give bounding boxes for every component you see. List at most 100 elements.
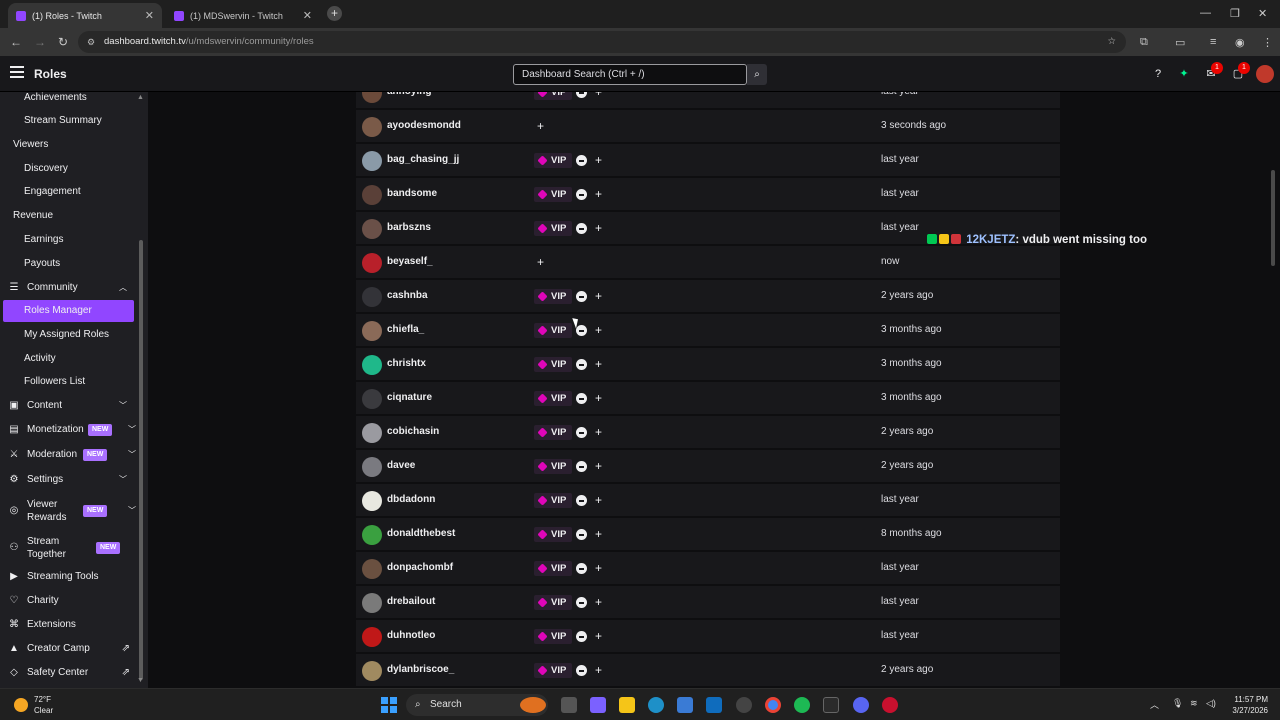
sidebar-item-community[interactable]: ☰ Community ︿: [0, 277, 134, 299]
user-avatar[interactable]: [362, 287, 382, 307]
remove-role-icon[interactable]: [576, 495, 587, 506]
remove-role-icon[interactable]: [576, 427, 587, 438]
extensions-icon[interactable]: ⧉: [1140, 36, 1148, 49]
inbox-icon[interactable]: ✉ 1: [1205, 62, 1223, 80]
site-info-icon[interactable]: ⚙: [87, 31, 95, 53]
scroll-down-icon[interactable]: ▼: [137, 677, 144, 684]
user-avatar[interactable]: [362, 185, 382, 205]
add-role-icon[interactable]: +: [595, 323, 602, 337]
opera-icon[interactable]: [882, 697, 898, 713]
copilot-icon[interactable]: [590, 697, 606, 713]
username[interactable]: dylanbriscoe_: [387, 664, 454, 675]
username[interactable]: bag_chasing_jj: [387, 154, 459, 165]
username[interactable]: cobichasin: [387, 426, 439, 437]
add-role-icon[interactable]: +: [595, 459, 602, 473]
sidebar-item-settings[interactable]: ⚙ Settings ﹀: [0, 469, 134, 491]
volume-icon[interactable]: ◁): [1206, 698, 1216, 709]
remove-role-icon[interactable]: [576, 631, 587, 642]
add-role-icon[interactable]: +: [595, 425, 602, 439]
bookmark-star-icon[interactable]: ☆: [1107, 31, 1116, 53]
add-role-icon[interactable]: +: [595, 357, 602, 371]
microphone-icon[interactable]: 🎙: [1172, 698, 1183, 709]
user-avatar[interactable]: [362, 525, 382, 545]
search-button[interactable]: ⌕: [747, 64, 767, 85]
add-role-icon[interactable]: +: [595, 92, 602, 99]
sidebar-item-moderation[interactable]: ⚔ Moderation NEW ﹀: [0, 444, 136, 466]
sidebar-item-viewer-rewards[interactable]: ◎ Viewer Rewards NEW ﹀: [0, 497, 136, 525]
remove-role-icon[interactable]: [576, 155, 587, 166]
reload-icon[interactable]: ↻: [58, 35, 68, 49]
back-icon[interactable]: ←: [10, 35, 22, 49]
user-avatar[interactable]: [362, 491, 382, 511]
username[interactable]: chrishtx: [387, 358, 426, 369]
user-avatar[interactable]: [362, 219, 382, 239]
sidebar-item-payouts[interactable]: Payouts: [0, 253, 134, 275]
user-avatar[interactable]: [362, 457, 382, 477]
dashboard-search-input[interactable]: Dashboard Search (Ctrl + /): [513, 64, 747, 85]
app-icon[interactable]: [736, 697, 752, 713]
user-avatar[interactable]: [362, 151, 382, 171]
remove-role-icon[interactable]: [576, 359, 587, 370]
forward-icon[interactable]: →: [34, 35, 46, 49]
sidebar-item-achievements[interactable]: Achievements: [0, 92, 134, 109]
username[interactable]: dbdadonn: [387, 494, 435, 505]
sidebar-item-charity[interactable]: ♡ Charity: [0, 590, 134, 612]
username[interactable]: drebailout: [387, 596, 435, 607]
sidebar-item-engagement[interactable]: Engagement: [0, 181, 134, 203]
task-view-icon[interactable]: [561, 697, 577, 713]
add-role-icon[interactable]: +: [595, 663, 602, 677]
scroll-up-icon[interactable]: ▲: [137, 94, 144, 101]
remove-role-icon[interactable]: [576, 291, 587, 302]
sidebar-item-streaming-tools[interactable]: ▶ Streaming Tools: [0, 566, 134, 588]
add-role-icon[interactable]: +: [595, 629, 602, 643]
sidebar-item-content[interactable]: ▣ Content ﹀: [0, 395, 134, 417]
add-role-icon[interactable]: +: [595, 153, 602, 167]
tab-mdswervin[interactable]: (1) MDSwervin - Twitch ✕: [166, 3, 320, 28]
tray-chevron-icon[interactable]: ︿: [1150, 698, 1159, 711]
spotify-icon[interactable]: [794, 697, 810, 713]
terminal-icon[interactable]: [823, 697, 839, 713]
username[interactable]: cashnba: [387, 290, 428, 301]
add-role-icon[interactable]: +: [595, 561, 602, 575]
search-highlight-icon[interactable]: [520, 697, 546, 713]
add-role-icon[interactable]: +: [595, 595, 602, 609]
username[interactable]: annoying: [387, 92, 431, 97]
remove-role-icon[interactable]: [576, 529, 587, 540]
username[interactable]: chiefla_: [387, 324, 424, 335]
remove-role-icon[interactable]: [576, 563, 587, 574]
media-icon[interactable]: ≡: [1210, 36, 1216, 48]
close-window-icon[interactable]: ✕: [1258, 7, 1267, 20]
remove-role-icon[interactable]: [576, 597, 587, 608]
username[interactable]: donpachombf: [387, 562, 453, 573]
username[interactable]: bandsome: [387, 188, 437, 199]
remove-role-icon[interactable]: [576, 223, 587, 234]
mail-icon[interactable]: [706, 697, 722, 713]
username[interactable]: barbszns: [387, 222, 431, 233]
edge-icon[interactable]: [648, 697, 664, 713]
user-avatar[interactable]: [362, 593, 382, 613]
remove-role-icon[interactable]: [576, 189, 587, 200]
sidebar-item-creator-camp[interactable]: ▲ Creator Camp ⇗: [0, 638, 134, 660]
user-avatar[interactable]: [362, 389, 382, 409]
tab-roles[interactable]: (1) Roles - Twitch ✕: [8, 3, 162, 28]
user-avatar[interactable]: [362, 355, 382, 375]
hamburger-menu-icon[interactable]: [10, 66, 24, 78]
user-avatar[interactable]: [362, 321, 382, 341]
sidebar-item-safety-center[interactable]: ◇ Safety Center ⇗: [0, 662, 134, 684]
add-role-icon[interactable]: +: [537, 119, 544, 133]
help-icon[interactable]: ?: [1152, 68, 1164, 80]
add-role-icon[interactable]: +: [595, 289, 602, 303]
close-tab-icon[interactable]: ✕: [145, 9, 154, 22]
sidebar-item-roles-manager[interactable]: Roles Manager: [3, 300, 134, 322]
sidebar-item-activity[interactable]: Activity: [0, 348, 134, 370]
sidebar-item-earnings[interactable]: Earnings: [0, 229, 134, 251]
user-avatar[interactable]: [362, 559, 382, 579]
sidebar-item-monetization[interactable]: ▤ Monetization NEW ﹀: [0, 419, 136, 441]
remove-role-icon[interactable]: [576, 393, 587, 404]
sidebar-scroll-thumb[interactable]: [139, 240, 143, 680]
add-role-icon[interactable]: +: [595, 187, 602, 201]
user-avatar[interactable]: [362, 423, 382, 443]
close-tab-icon[interactable]: ✕: [303, 9, 312, 22]
remove-role-icon[interactable]: [576, 461, 587, 472]
username[interactable]: ciqnature: [387, 392, 432, 403]
